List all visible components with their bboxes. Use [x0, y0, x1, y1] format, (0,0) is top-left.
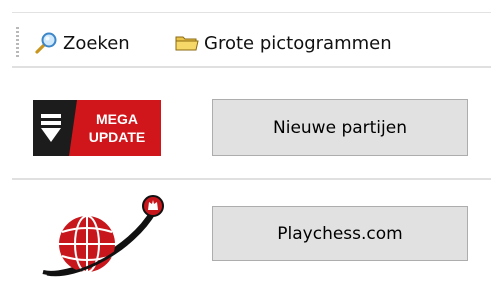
toolbar: Zoeken Grote pictogrammen [0, 0, 491, 66]
playchess-button[interactable]: Playchess.com [212, 206, 468, 261]
toolbar-grip[interactable] [16, 27, 19, 59]
mega-logo-line-2: UPDATE [89, 129, 146, 145]
large-icons-button[interactable]: Grote pictogrammen [174, 30, 392, 56]
mega-logo-line-1: MEGA [96, 111, 138, 127]
new-games-button[interactable]: Nieuwe partijen [212, 99, 468, 156]
large-icons-label: Grote pictogrammen [204, 32, 392, 54]
search-label: Zoeken [63, 32, 130, 54]
mega-update-logo[interactable]: MEGA UPDATE [33, 100, 161, 156]
mega-update-row: MEGA UPDATE Nieuwe partijen [0, 68, 491, 178]
search-icon [33, 31, 59, 55]
search-button[interactable]: Zoeken [33, 30, 130, 56]
folder-icon [174, 31, 200, 55]
toolbar-top-line [12, 12, 491, 13]
playchess-row: Playchess.com [0, 180, 491, 284]
playchess-globe-logo[interactable] [37, 192, 173, 282]
